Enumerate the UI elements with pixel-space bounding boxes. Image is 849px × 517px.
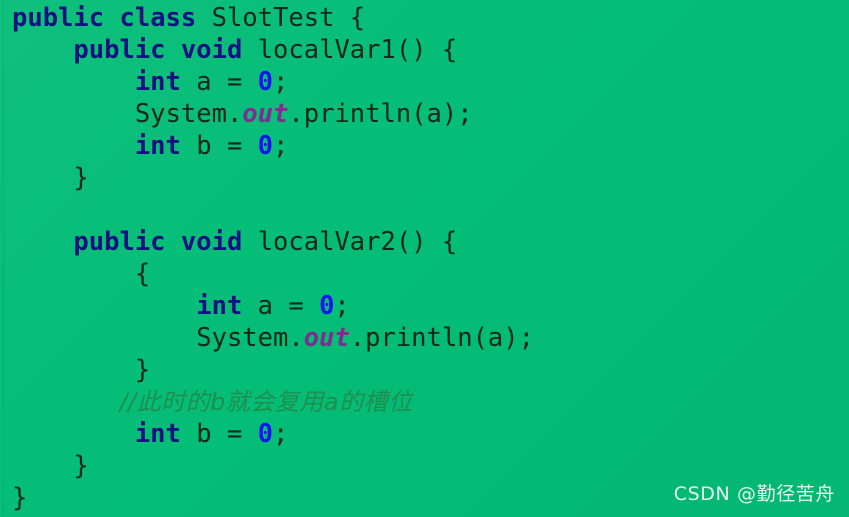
code-token-punc: [104, 3, 119, 33]
code-token-id: SlotTest: [211, 3, 335, 33]
code-line: System.out.println(a);: [12, 98, 534, 130]
code-token-num: 0: [319, 291, 335, 321]
code-token-id: localVar2: [257, 227, 396, 257]
code-token-punc: ;: [273, 67, 289, 97]
code-token-punc: a =: [180, 67, 258, 97]
code-line: int a = 0;: [12, 66, 534, 98]
code-line: }: [12, 450, 534, 482]
code-token-id: .println(a);: [288, 99, 473, 129]
code-token-kw: public: [73, 35, 166, 65]
code-token-fld: out: [303, 323, 350, 353]
code-token-kw: class: [119, 3, 197, 33]
code-token-punc: }: [134, 355, 151, 385]
code-token-punc: [166, 35, 181, 65]
code-token-punc: () {: [395, 227, 458, 257]
code-line: public class SlotTest {: [12, 2, 534, 34]
code-token-kw: void: [180, 35, 243, 65]
code-screenshot: public class SlotTest { public void loca…: [0, 0, 849, 517]
code-token-id: .println(a);: [349, 323, 534, 353]
code-block[interactable]: public class SlotTest { public void loca…: [0, 0, 534, 514]
code-line: int b = 0;: [12, 418, 534, 450]
code-token-punc: ;: [334, 291, 350, 321]
code-token-punc: [242, 35, 257, 65]
code-token-num: 0: [257, 131, 274, 161]
code-line: }: [12, 482, 534, 514]
code-token-id: localVar1: [257, 35, 396, 65]
code-token-punc: [166, 227, 181, 257]
code-token-punc: ;: [273, 419, 289, 449]
code-token-kw: public: [73, 227, 166, 257]
code-token-id: System.: [196, 323, 304, 353]
code-line: }: [12, 354, 534, 386]
csdn-watermark: CSDN @勤径苦舟: [673, 483, 835, 505]
code-line: int a = 0;: [12, 290, 534, 322]
code-line: //此时的b就会复用a的槽位: [12, 386, 534, 418]
code-line: public void localVar2() {: [12, 226, 534, 258]
code-token-kw: int: [196, 291, 243, 321]
code-token-num: 0: [257, 67, 274, 97]
code-token-num: 0: [257, 419, 274, 449]
code-line: int b = 0;: [12, 130, 534, 162]
code-token-punc: b =: [180, 419, 258, 449]
code-token-punc: }: [73, 451, 89, 481]
code-token-fld: out: [242, 99, 289, 129]
code-line: System.out.println(a);: [12, 322, 534, 354]
code-token-punc: () {: [395, 35, 458, 65]
code-token-punc: {: [334, 3, 366, 33]
code-line: }: [12, 162, 534, 194]
code-token-punc: {: [134, 259, 151, 289]
code-token-cmt: //此时的b就会复用a的槽位: [119, 388, 413, 416]
code-token-punc: ;: [273, 131, 289, 161]
code-token-punc: a =: [242, 291, 320, 321]
code-token-punc: [242, 227, 257, 257]
code-token-id: System.: [134, 99, 243, 129]
code-token-punc: }: [73, 163, 89, 193]
code-line: public void localVar1() {: [12, 34, 534, 66]
code-token-punc: }: [12, 483, 28, 513]
code-token-punc: [196, 3, 211, 33]
code-token-kw: public: [12, 3, 105, 33]
code-line: {: [12, 258, 534, 290]
code-token-kw: int: [134, 419, 181, 449]
code-token-punc: b =: [180, 131, 258, 161]
code-token-kw: void: [180, 227, 243, 257]
code-token-kw: int: [134, 131, 181, 161]
code-token-kw: int: [134, 67, 181, 97]
